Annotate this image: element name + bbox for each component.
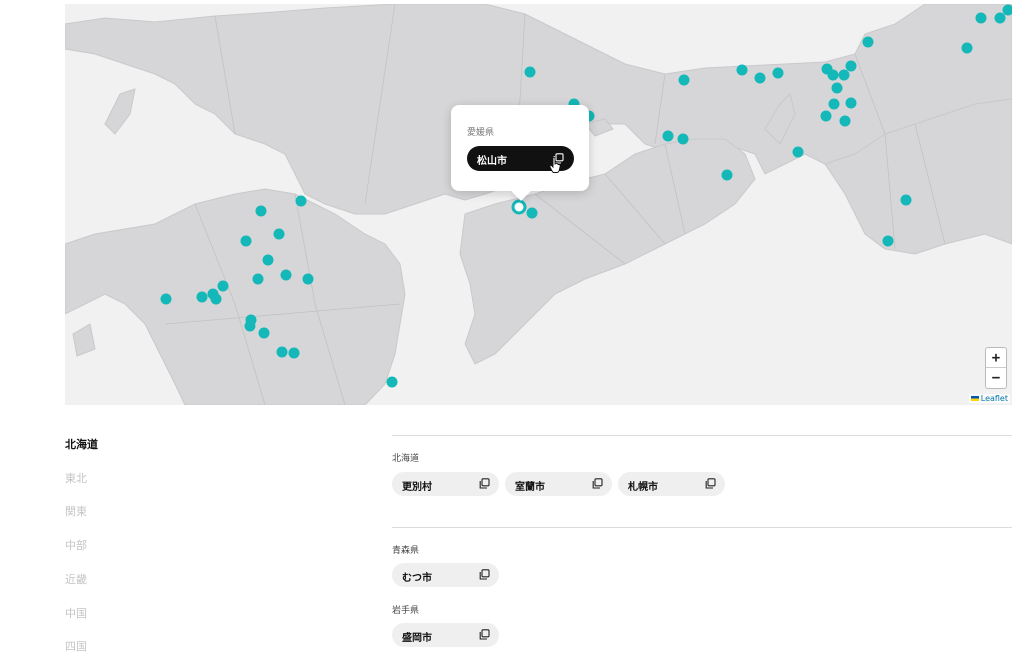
city-marker[interactable] [961, 42, 973, 54]
region-item[interactable]: 関東 [65, 503, 87, 519]
region-item[interactable]: 中部 [65, 537, 87, 553]
city-chip[interactable]: 更別村 [392, 472, 499, 496]
city-marker[interactable] [820, 110, 832, 122]
city-marker[interactable] [240, 235, 252, 247]
zoom-control: + − [985, 347, 1007, 389]
map-markers-layer [160, 4, 1013, 388]
city-marker[interactable] [252, 273, 264, 285]
prefecture-label: 岩手県 [392, 606, 420, 616]
city-marker[interactable] [662, 130, 674, 142]
city-marker[interactable] [845, 97, 857, 109]
section-divider [392, 435, 1012, 436]
selected-city-marker[interactable] [511, 199, 527, 215]
copy-icon[interactable] [592, 478, 603, 489]
city-marker[interactable] [828, 98, 840, 110]
city-marker[interactable] [255, 205, 267, 217]
map-attribution: Leaflet [968, 394, 1010, 403]
city-marker[interactable] [302, 273, 314, 285]
city-marker[interactable] [244, 320, 256, 332]
city-marker[interactable] [721, 169, 733, 181]
city-marker[interactable] [831, 82, 843, 94]
city-marker[interactable] [273, 228, 285, 240]
city-marker[interactable] [280, 269, 292, 281]
city-marker[interactable] [1002, 4, 1013, 16]
city-chip-label: 盛岡市 [402, 633, 432, 644]
city-marker[interactable] [882, 235, 894, 247]
city-marker[interactable] [526, 207, 538, 219]
city-marker[interactable] [994, 12, 1006, 24]
city-chip-label: 室蘭市 [515, 482, 545, 493]
city-marker[interactable] [217, 280, 229, 292]
city-marker[interactable] [839, 115, 851, 127]
city-marker[interactable] [678, 74, 690, 86]
zoom-in-button[interactable]: + [986, 348, 1006, 368]
map[interactable]: 愛媛県 松山市 + − Leaflet [65, 4, 1012, 405]
city-marker[interactable] [754, 72, 766, 84]
city-chip[interactable]: 札幌市 [618, 472, 725, 496]
popup-city-label: 松山市 [477, 156, 507, 167]
city-marker[interactable] [900, 194, 912, 206]
region-item[interactable]: 近畿 [65, 571, 87, 587]
city-popup: 愛媛県 松山市 [451, 105, 589, 201]
city-marker[interactable] [258, 327, 270, 339]
city-chip-label: 更別村 [402, 482, 432, 493]
copy-icon[interactable] [705, 478, 716, 489]
region-item[interactable]: 北海道 [65, 436, 98, 452]
city-chip-label: むつ市 [402, 573, 432, 584]
city-marker[interactable] [276, 346, 288, 358]
section-divider [392, 527, 1012, 528]
city-marker[interactable] [288, 347, 300, 359]
city-chip-label: 札幌市 [628, 482, 658, 493]
region-item[interactable]: 東北 [65, 470, 87, 486]
city-marker[interactable] [677, 133, 689, 145]
copy-icon[interactable] [479, 629, 490, 640]
city-marker[interactable] [295, 195, 307, 207]
city-marker[interactable] [975, 12, 987, 24]
zoom-out-button[interactable]: − [986, 368, 1006, 388]
region-item[interactable]: 四国 [65, 638, 87, 654]
hand-cursor-icon [549, 157, 561, 173]
city-chip[interactable]: むつ市 [392, 563, 499, 587]
city-marker[interactable] [524, 66, 536, 78]
copy-icon[interactable] [479, 478, 490, 489]
city-marker[interactable] [210, 293, 222, 305]
city-marker[interactable] [262, 254, 274, 266]
region-item[interactable]: 中国 [65, 605, 87, 621]
city-marker[interactable] [862, 36, 874, 48]
city-marker[interactable] [792, 146, 804, 158]
attribution-link[interactable]: Leaflet [981, 394, 1008, 403]
city-marker[interactable] [160, 293, 172, 305]
city-marker[interactable] [845, 60, 857, 72]
copy-icon[interactable] [479, 569, 490, 580]
city-chip[interactable]: 盛岡市 [392, 623, 499, 647]
popup-prefecture-label: 愛媛県 [467, 128, 495, 138]
city-chip[interactable]: 室蘭市 [505, 472, 612, 496]
city-marker[interactable] [196, 291, 208, 303]
prefecture-label: 青森県 [392, 546, 420, 556]
city-marker[interactable] [386, 376, 398, 388]
city-marker[interactable] [772, 67, 784, 79]
city-marker[interactable] [827, 69, 839, 81]
prefecture-label: 北海道 [392, 454, 420, 464]
ukraine-flag-icon [970, 396, 979, 401]
city-marker[interactable] [736, 64, 748, 76]
city-marker[interactable] [838, 69, 850, 81]
